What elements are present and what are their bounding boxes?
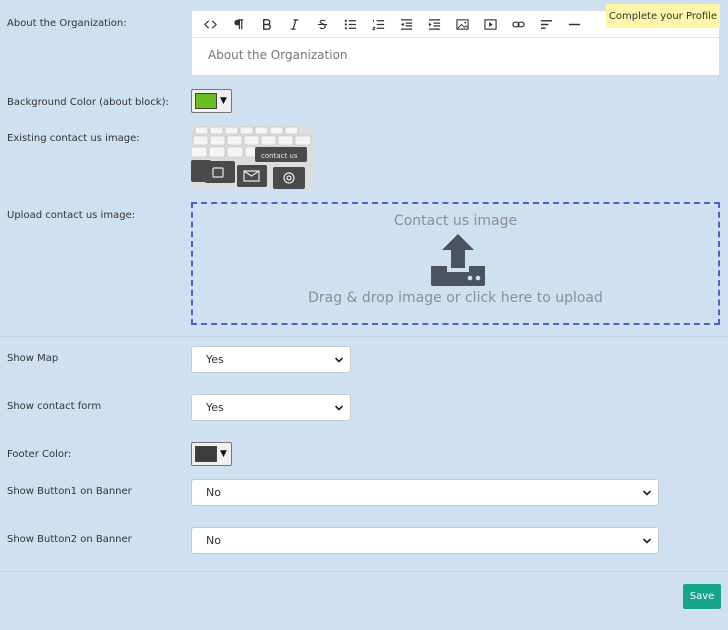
- strikethrough-icon[interactable]: [308, 13, 336, 35]
- outdent-icon[interactable]: [392, 13, 420, 35]
- existing-contact-image: contact us: [191, 125, 313, 190]
- insert-image-icon[interactable]: [448, 13, 476, 35]
- show-contact-form-value: Yes: [206, 401, 224, 414]
- show-button2-label: Show Button2 on Banner: [7, 534, 132, 545]
- upload-image-label: Upload contact us image:: [7, 210, 136, 221]
- editor-content[interactable]: About the Organization: [192, 38, 719, 72]
- footer-color-swatch: [195, 446, 217, 462]
- insert-link-icon[interactable]: [504, 13, 532, 35]
- insert-video-icon[interactable]: [476, 13, 504, 35]
- show-map-value: Yes: [206, 353, 224, 366]
- existing-image-label: Existing contact us image:: [7, 133, 140, 144]
- image-dropzone[interactable]: Contact us image Drag & drop image or cl…: [191, 202, 720, 325]
- align-left-icon[interactable]: [532, 13, 560, 35]
- upload-icon: [431, 234, 485, 286]
- show-button1-select[interactable]: No: [191, 479, 659, 506]
- bold-icon[interactable]: [252, 13, 280, 35]
- show-map-select[interactable]: Yes: [191, 346, 351, 373]
- footer-divider: [0, 571, 728, 572]
- about-label: About the Organization:: [7, 18, 127, 29]
- ordered-list-icon[interactable]: [364, 13, 392, 35]
- horizontal-rule-icon[interactable]: [560, 13, 588, 35]
- footer-color-picker[interactable]: ▼: [191, 442, 232, 466]
- show-contact-form-label: Show contact form: [7, 401, 102, 412]
- chevron-down-icon: [334, 357, 344, 363]
- italic-icon[interactable]: [280, 13, 308, 35]
- caret-down-icon: ▼: [220, 449, 227, 459]
- save-button[interactable]: Save: [683, 584, 721, 609]
- chevron-down-icon: [334, 405, 344, 411]
- show-button1-label: Show Button1 on Banner: [7, 486, 132, 497]
- bg-color-label: Background Color (about block):: [7, 97, 169, 108]
- dropzone-hint: Drag & drop image or click here to uploa…: [308, 290, 603, 306]
- footer-color-label: Footer Color:: [7, 449, 72, 460]
- paragraph-icon[interactable]: [224, 13, 252, 35]
- unordered-list-icon[interactable]: [336, 13, 364, 35]
- chevron-down-icon: [642, 538, 652, 544]
- indent-icon[interactable]: [420, 13, 448, 35]
- show-button2-value: No: [206, 534, 221, 547]
- thumb-key-text: contact us: [261, 152, 298, 160]
- section-divider: [0, 336, 728, 337]
- code-view-icon[interactable]: [196, 13, 224, 35]
- show-button1-value: No: [206, 486, 221, 499]
- bg-color-swatch: [195, 93, 217, 109]
- complete-profile-notice[interactable]: Complete your Profile: [606, 4, 720, 28]
- show-button2-select[interactable]: No: [191, 527, 659, 554]
- chevron-down-icon: [642, 490, 652, 496]
- show-map-label: Show Map: [7, 353, 59, 364]
- caret-down-icon: ▼: [220, 96, 227, 106]
- show-contact-form-select[interactable]: Yes: [191, 394, 351, 421]
- bg-color-picker[interactable]: ▼: [191, 89, 232, 113]
- dropzone-title: Contact us image: [393, 213, 518, 229]
